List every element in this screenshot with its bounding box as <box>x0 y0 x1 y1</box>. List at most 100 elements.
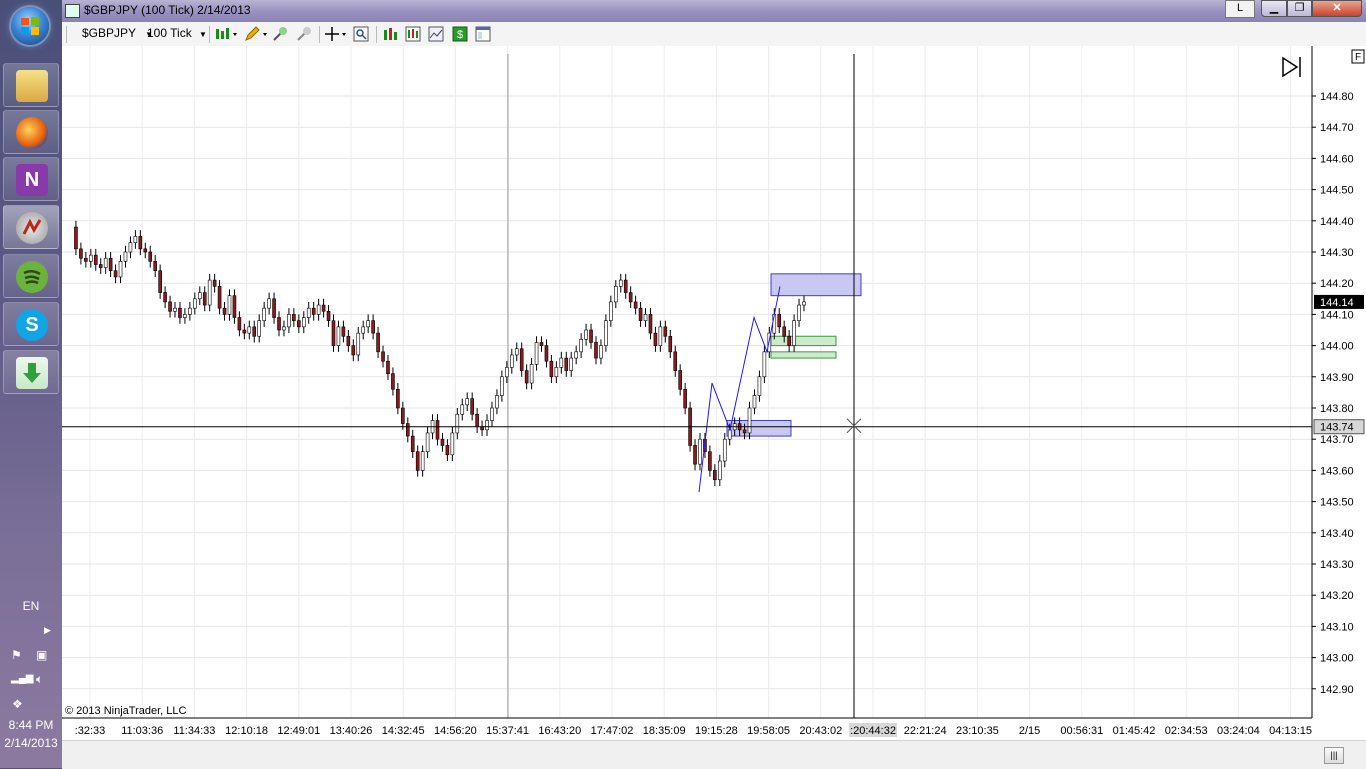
candle-body <box>252 326 257 337</box>
close-button[interactable]: ✕ <box>1312 0 1362 17</box>
time-tick-label: :20:44:32 <box>850 725 896 737</box>
data-box-icon[interactable] <box>353 26 369 42</box>
candle-body <box>202 292 207 306</box>
price-tick-label: 143.40 <box>1320 528 1354 540</box>
candle-body <box>341 326 346 337</box>
maximize-button[interactable]: ❐ <box>1287 0 1312 17</box>
time-tick-label: 19:15:28 <box>695 725 738 737</box>
chart-style-candles-icon[interactable] <box>214 26 238 42</box>
candle-body <box>410 435 415 452</box>
tray-expand-icon[interactable]: ▶ <box>44 625 51 636</box>
indicators-icon[interactable] <box>382 26 398 42</box>
taskbar-ninjatrader[interactable] <box>3 205 59 249</box>
candle-body <box>718 460 722 481</box>
candle-body <box>371 320 375 334</box>
candle-body <box>658 326 663 346</box>
candle-body <box>74 226 78 250</box>
dollar-icon[interactable]: $ <box>452 26 468 42</box>
candle-body <box>509 354 514 368</box>
candle-body <box>420 451 425 471</box>
candle-body <box>490 407 494 421</box>
candle-body <box>450 432 455 456</box>
candle-body <box>79 248 83 259</box>
candle-body <box>569 357 574 371</box>
candle-body <box>232 295 237 318</box>
link-button[interactable]: L <box>1225 0 1255 18</box>
chart-properties-icon[interactable] <box>428 26 444 42</box>
window-title: $GBPJPY (100 Tick) 2/14/2013 <box>84 3 251 17</box>
candle-body <box>257 320 262 337</box>
demand-zone <box>726 419 792 437</box>
candle-body <box>618 279 623 287</box>
interval-selector[interactable]: 100 Tick ▼ <box>147 26 207 40</box>
candle-body <box>698 438 702 465</box>
title-bar[interactable]: $GBPJPY (100 Tick) 2/14/2013 L ▁ ❐ ✕ <box>62 0 1366 22</box>
minimize-button[interactable]: ▁ <box>1261 0 1287 17</box>
candle-body <box>609 301 613 321</box>
candle-body <box>623 279 628 293</box>
candle-body <box>549 360 554 378</box>
candle-body <box>326 310 331 321</box>
time-tick-label: 11:03:36 <box>121 725 163 737</box>
drawing-tools-pencil-icon[interactable] <box>244 26 268 42</box>
candle-body <box>351 345 356 356</box>
candle-body <box>212 279 217 287</box>
candle-body <box>158 270 162 293</box>
zoom-out-icon[interactable] <box>296 26 312 42</box>
candle-body <box>306 307 311 318</box>
strategies-icon[interactable] <box>405 26 421 42</box>
network-icon[interactable]: ▂▄▆ <box>11 673 33 684</box>
windows-logo-icon <box>21 17 39 35</box>
candle-body <box>519 348 524 371</box>
instrument-selector[interactable]: $GBPJPY ▼ <box>82 26 153 40</box>
device-icon[interactable]: ▣ <box>36 648 47 662</box>
price-tick-label: 144.20 <box>1320 278 1354 290</box>
candle-body <box>227 295 232 315</box>
time-tick-label: 14:32:45 <box>382 725 425 737</box>
candle-body <box>633 301 638 309</box>
price-tick-label: 143.80 <box>1320 403 1354 415</box>
taskbar-spotify[interactable] <box>3 254 59 298</box>
taskbar-onenote[interactable]: N <box>3 157 59 201</box>
time-tick-label: 17:47:02 <box>591 725 634 737</box>
time-tick-label: 16:43:20 <box>538 725 581 737</box>
time-tick-label: 04:13:15 <box>1269 725 1312 737</box>
action-center-flag-icon[interactable]: ⚑ <box>11 648 22 662</box>
candle-body <box>113 270 118 278</box>
start-button[interactable] <box>11 7 49 45</box>
price-tick-label: 143.60 <box>1320 465 1354 477</box>
candle-body <box>143 248 148 253</box>
candle-body <box>554 367 559 378</box>
candle-body <box>193 298 197 309</box>
supply-zone <box>770 273 862 297</box>
candle-body <box>747 407 752 434</box>
price-tick-label: 144.70 <box>1320 122 1354 134</box>
last-price-label: 144.14 <box>1320 297 1354 309</box>
price-chart[interactable]: 144.80 144.70 144.60 144.50 144.40 144.30 144.… <box>62 46 1366 740</box>
windows-taskbar: N S EN ▶ ⚑ ▣ ▂▄▆ 🔈︎ ❖ 8:44 PM 2/14/2013 <box>0 0 63 768</box>
zoom-in-icon[interactable] <box>272 26 288 42</box>
candle-body <box>708 451 712 471</box>
window-layout-icon[interactable] <box>475 26 491 42</box>
horizontal-scroll-thumb[interactable]: ||| <box>1324 747 1344 764</box>
taskbar-explorer[interactable] <box>3 63 59 107</box>
clock-time[interactable]: 8:44 PM <box>0 718 62 732</box>
volume-icon[interactable]: 🔈︎ <box>36 672 43 687</box>
firefox-icon <box>16 117 48 149</box>
time-tick-label: 12:10:18 <box>225 725 268 737</box>
green-zone-2 <box>770 351 837 359</box>
candle-body <box>133 236 138 243</box>
crosshair-icon[interactable] <box>324 26 348 42</box>
taskbar-downloader[interactable] <box>3 350 59 394</box>
candle-body <box>282 326 286 331</box>
clock-date[interactable]: 2/14/2013 <box>0 736 62 750</box>
candle-body <box>396 388 400 409</box>
language-indicator[interactable]: EN <box>0 599 62 613</box>
candle-body <box>589 329 593 343</box>
taskbar-skype[interactable]: S <box>3 302 59 346</box>
chart-window: $GBPJPY (100 Tick) 2/14/2013 L ▁ ❐ ✕ $GB… <box>62 0 1366 769</box>
taskbar-firefox[interactable] <box>3 110 59 154</box>
onenote-icon: N <box>16 164 48 196</box>
candle-body <box>564 357 569 371</box>
dropbox-icon[interactable]: ❖ <box>12 697 23 711</box>
